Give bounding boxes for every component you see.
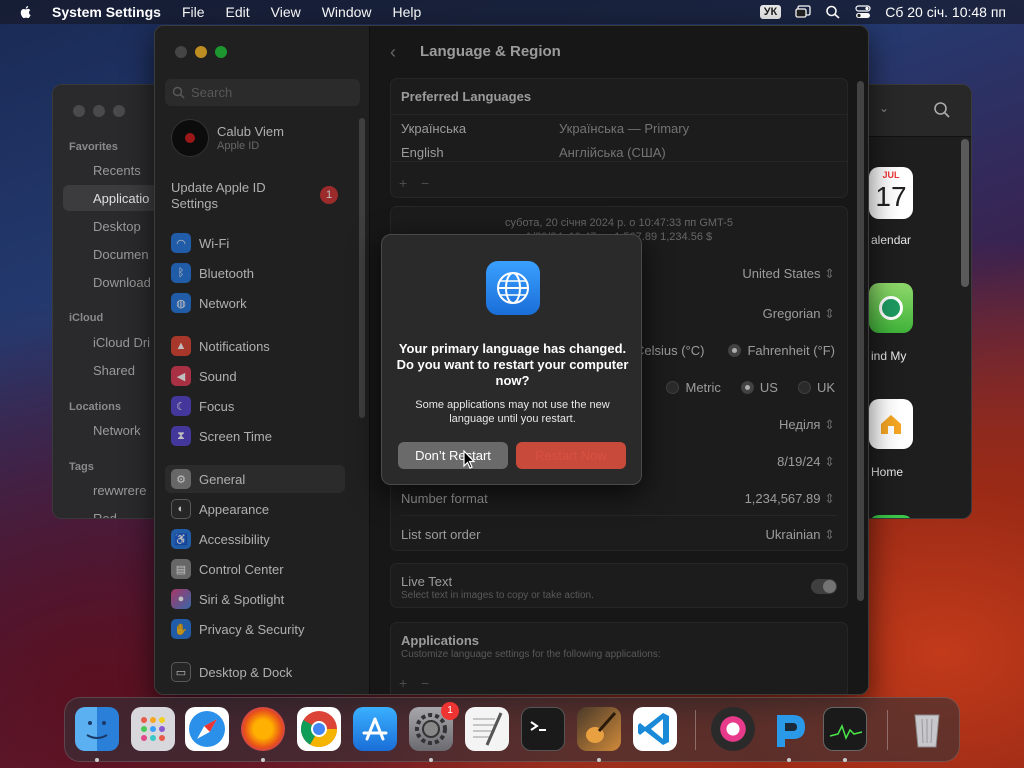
home-app-icon[interactable] <box>869 399 913 449</box>
finder-section-tags: Tags <box>69 461 94 473</box>
finder-section-favorites: Favorites <box>69 141 118 153</box>
menu-file[interactable]: File <box>182 4 205 20</box>
chrome-dock-icon[interactable] <box>297 707 341 751</box>
vscode-dock-icon[interactable] <box>633 707 677 751</box>
running-indicator <box>787 758 791 762</box>
finder-scrollbar[interactable] <box>961 139 969 287</box>
running-indicator <box>843 758 847 762</box>
restart-dialog: Your primary language has changed. Do yo… <box>381 234 642 485</box>
finder-item-recents[interactable]: Recents <box>93 163 141 178</box>
running-indicator <box>261 758 265 762</box>
dialog-title: Your primary language has changed. Do yo… <box>396 341 629 388</box>
facetime-app-icon[interactable] <box>869 515 913 518</box>
chevron-down-icon[interactable]: ⌄ <box>879 101 889 115</box>
menubar-clock[interactable]: Сб 20 січ. 10:48 пп <box>885 4 1006 20</box>
calendar-app-icon[interactable]: JUL 17 <box>869 167 913 219</box>
menu-edit[interactable]: Edit <box>226 4 250 20</box>
finder-dock-icon[interactable] <box>75 707 119 751</box>
running-indicator <box>429 758 433 762</box>
dont-restart-button[interactable]: Don’t Restart <box>398 442 508 469</box>
menu-help[interactable]: Help <box>393 4 422 20</box>
input-source-indicator[interactable]: УК <box>759 5 782 19</box>
spotlight-search-icon[interactable] <box>825 5 841 19</box>
safari-dock-icon[interactable] <box>185 707 229 751</box>
menu-view[interactable]: View <box>271 4 301 20</box>
textedit-dock-icon[interactable] <box>465 707 509 751</box>
calendar-day: 17 <box>875 181 907 212</box>
finder-item-desktop[interactable]: Desktop <box>93 219 141 234</box>
flower-app-dock-icon[interactable] <box>711 707 755 751</box>
app-name-home: Home <box>871 465 904 479</box>
finder-item-documents[interactable]: Documen <box>93 247 149 262</box>
finder-section-locations: Locations <box>69 401 121 413</box>
finder-item-network[interactable]: Network <box>93 423 141 438</box>
apple-menu-icon[interactable] <box>18 4 34 20</box>
finder-item-tag-red[interactable]: Red <box>93 511 117 518</box>
launchpad-dock-icon[interactable] <box>131 707 175 751</box>
finder-item-shared[interactable]: Shared <box>93 363 135 378</box>
dock-separator <box>695 710 696 750</box>
trash-dock-icon[interactable] <box>905 707 949 751</box>
dock: 1 <box>64 697 960 762</box>
menu-app-name[interactable]: System Settings <box>52 4 161 20</box>
globe-icon <box>486 261 540 315</box>
screen-mirroring-icon[interactable] <box>795 5 811 19</box>
app-store-dock-icon[interactable] <box>353 707 397 751</box>
menu-window[interactable]: Window <box>322 4 372 20</box>
pycharm-dock-icon[interactable] <box>767 707 811 751</box>
control-center-icon[interactable] <box>855 5 871 19</box>
finder-traffic-lights[interactable] <box>73 105 125 117</box>
settings-badge: 1 <box>441 702 459 720</box>
finder-item-downloads[interactable]: Download <box>93 275 151 290</box>
finder-item-icloud-drive[interactable]: iCloud Dri <box>93 335 150 350</box>
app-name-calendar: alendar <box>871 233 912 247</box>
mouse-pointer-icon <box>463 450 476 469</box>
running-indicator <box>597 758 601 762</box>
terminal-dock-icon[interactable] <box>521 707 565 751</box>
dialog-message: Some applications may not use the new la… <box>415 399 610 425</box>
finder-item-tag-rewwrere[interactable]: rewwrere <box>93 483 146 498</box>
search-icon[interactable] <box>933 101 951 119</box>
calendar-month: JUL <box>882 170 900 180</box>
finder-item-applications[interactable]: Applicatio <box>93 191 149 206</box>
garageband-dock-icon[interactable] <box>577 707 621 751</box>
app-name-find-my: ind My <box>871 349 907 363</box>
running-indicator <box>95 758 99 762</box>
restart-now-button[interactable]: Restart Now <box>516 442 626 469</box>
find-my-app-icon[interactable] <box>869 283 913 333</box>
firefox-dock-icon[interactable] <box>241 707 285 751</box>
finder-section-icloud: iCloud <box>69 312 104 324</box>
finder-sidebar: Favorites Recents Applicatio Desktop Doc… <box>53 85 161 518</box>
dock-separator <box>887 710 888 750</box>
activity-monitor-dock-icon[interactable] <box>823 707 867 751</box>
menu-bar: System Settings File Edit View Window He… <box>0 0 1024 24</box>
